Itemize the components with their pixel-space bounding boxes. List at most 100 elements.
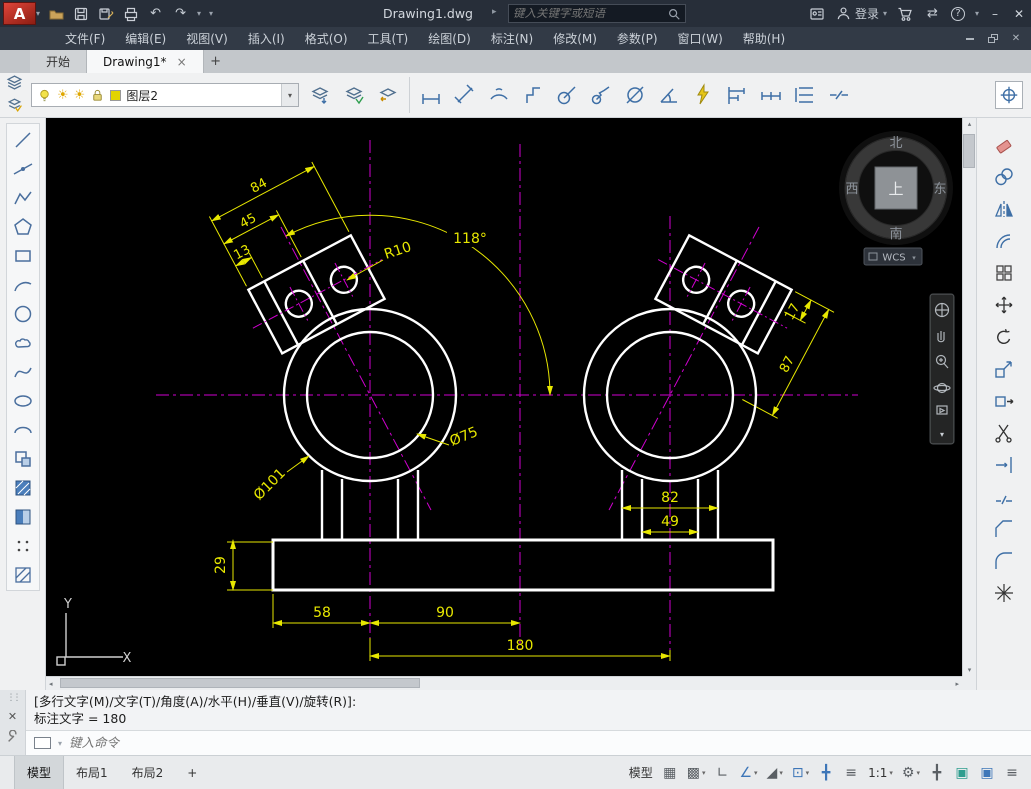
command-history[interactable]: [多行文字(M)/文字(T)/角度(A)/水平(H)/垂直(V)/旋转(R)]:…	[26, 690, 1031, 727]
dim-label-82[interactable]: 82	[661, 490, 679, 506]
dim-continue-button[interactable]	[758, 82, 784, 108]
layer-previous-button[interactable]	[375, 82, 401, 108]
menu-insert[interactable]: 插入(I)	[238, 27, 295, 50]
doc-restore-button[interactable]	[983, 30, 1003, 48]
command-prompt-icon[interactable]	[34, 737, 51, 749]
copy-tool-button[interactable]	[993, 166, 1015, 191]
isolate-objects-button[interactable]: ▣	[951, 760, 973, 786]
layer-color-swatch[interactable]	[110, 90, 121, 101]
doc-close-button[interactable]: ✕	[1006, 30, 1026, 48]
dim-aligned-button[interactable]	[452, 82, 478, 108]
main-geometry[interactable]	[273, 309, 773, 590]
horizontal-scroll-thumb[interactable]	[60, 678, 420, 688]
viewcube-up-label[interactable]: 上	[888, 180, 903, 198]
polygon-tool-button[interactable]	[8, 212, 38, 241]
compass-south-label[interactable]: 南	[889, 226, 902, 242]
command-input[interactable]	[69, 736, 369, 750]
help-caret-icon[interactable]: ▾	[975, 9, 979, 18]
dim-label-dia101[interactable]: Ø101	[251, 466, 289, 504]
chamfer-tool-button[interactable]	[993, 518, 1015, 543]
dim-label-49[interactable]: 49	[661, 514, 679, 530]
doc-minimize-button[interactable]	[960, 30, 980, 48]
mirror-tool-button[interactable]	[993, 198, 1015, 223]
plot-button[interactable]	[122, 5, 139, 22]
customize-wrench-icon[interactable]	[6, 730, 20, 744]
dim-label-45[interactable]: 45	[237, 211, 259, 232]
menu-help[interactable]: 帮助(H)	[733, 27, 795, 50]
menu-tools[interactable]: 工具(T)	[358, 27, 419, 50]
dim-label-29[interactable]: 29	[213, 556, 229, 574]
layer-on-bulb-icon[interactable]	[37, 88, 52, 103]
wcs-menu[interactable]: WCS ▾	[864, 248, 922, 265]
menu-draw[interactable]: 绘图(D)	[418, 27, 481, 50]
workspace-caret-icon[interactable]: ▾	[916, 769, 920, 777]
rectangle-tool-button[interactable]	[8, 241, 38, 270]
menu-modify[interactable]: 修改(M)	[543, 27, 607, 50]
dim-label-dia75[interactable]: Ø75	[448, 424, 481, 450]
dim-angular-button[interactable]	[656, 82, 682, 108]
gradient-tool-button[interactable]	[8, 502, 38, 531]
object-snap-button[interactable]: ⊡▾	[789, 760, 812, 786]
osnap-caret-icon[interactable]: ▾	[806, 769, 810, 777]
qat-menu-caret-icon[interactable]: ▾	[209, 9, 213, 18]
polyline-tool-button[interactable]	[8, 183, 38, 212]
polar-caret-icon[interactable]: ▾	[754, 769, 758, 777]
layer-thaw-icon[interactable]: ☀	[57, 89, 69, 102]
match-layer-button[interactable]	[341, 82, 367, 108]
arc-tool-button[interactable]	[8, 270, 38, 299]
command-close-icon[interactable]: ✕	[8, 710, 17, 723]
open-button[interactable]	[47, 5, 64, 22]
navigation-bar[interactable]: ▾	[930, 294, 954, 444]
dim-linear-button[interactable]	[418, 82, 444, 108]
menu-view[interactable]: 视图(V)	[176, 27, 238, 50]
compass-west-label[interactable]: 西	[845, 182, 858, 197]
help-button[interactable]: ?	[951, 7, 965, 21]
dim-ordinate-button[interactable]	[520, 82, 546, 108]
dim-space-button[interactable]	[792, 82, 818, 108]
line-tool-button[interactable]	[8, 125, 38, 154]
layer-vp-thaw-icon[interactable]: ☀	[74, 89, 86, 102]
menu-format[interactable]: 格式(O)	[295, 27, 358, 50]
vertical-scrollbar[interactable]: ▴ ▾	[962, 118, 976, 676]
steering-wheel-icon[interactable]	[936, 304, 949, 317]
infocenter-search[interactable]	[508, 4, 686, 23]
explode-tool-button[interactable]	[993, 582, 1015, 607]
layer-properties-button[interactable]	[6, 74, 23, 94]
rotate-tool-button[interactable]	[993, 326, 1015, 351]
spline-tool-button[interactable]	[8, 357, 38, 386]
ortho-mode-button[interactable]: ∟	[711, 760, 733, 786]
dim-baseline-button[interactable]	[724, 82, 750, 108]
scroll-right-icon[interactable]: ▸	[955, 680, 959, 688]
workspace-switching-button[interactable]: ⚙▾	[899, 760, 923, 786]
save-as-button[interactable]	[97, 5, 114, 22]
annotation-scale-button[interactable]: 1:1▾	[865, 760, 896, 786]
scroll-down-icon[interactable]: ▾	[968, 666, 972, 674]
search-input[interactable]	[513, 8, 664, 20]
offset-tool-button[interactable]	[993, 230, 1015, 255]
model-space-canvas[interactable]: 84 45 13 17 87	[46, 118, 962, 676]
dim-label-84[interactable]: 84	[248, 176, 270, 197]
revcloud-tool-button[interactable]	[8, 328, 38, 357]
trim-tool-button[interactable]	[993, 422, 1015, 447]
point-tool-button[interactable]	[8, 531, 38, 560]
compass-north-label[interactable]: 北	[889, 136, 902, 151]
region-tool-button[interactable]	[8, 560, 38, 589]
ucs-icon[interactable]	[57, 613, 123, 665]
dim-label-118deg[interactable]: 118°	[453, 231, 487, 247]
app-store-button[interactable]	[897, 5, 914, 22]
quick-dimension-button[interactable]	[690, 82, 716, 108]
logo-caret-icon[interactable]: ▾	[36, 9, 40, 18]
center-mark-button[interactable]	[995, 81, 1023, 109]
model-tab[interactable]: 模型	[14, 756, 64, 789]
tab-start[interactable]: 开始	[30, 50, 87, 73]
lineweight-button[interactable]: ≡	[840, 760, 862, 786]
make-current-button[interactable]	[307, 82, 333, 108]
layout1-tab[interactable]: 布局1	[64, 756, 120, 789]
tab-drawing1[interactable]: Drawing1* ×	[87, 50, 204, 73]
dim-label-58[interactable]: 58	[313, 605, 331, 621]
circle-tool-button[interactable]	[8, 299, 38, 328]
exchange-button[interactable]: ⇄	[924, 5, 941, 22]
drawing-viewport[interactable]: 84 45 13 17 87	[46, 118, 962, 676]
dim-radius-button[interactable]	[554, 82, 580, 108]
ellipse-arc-tool-button[interactable]	[8, 415, 38, 444]
